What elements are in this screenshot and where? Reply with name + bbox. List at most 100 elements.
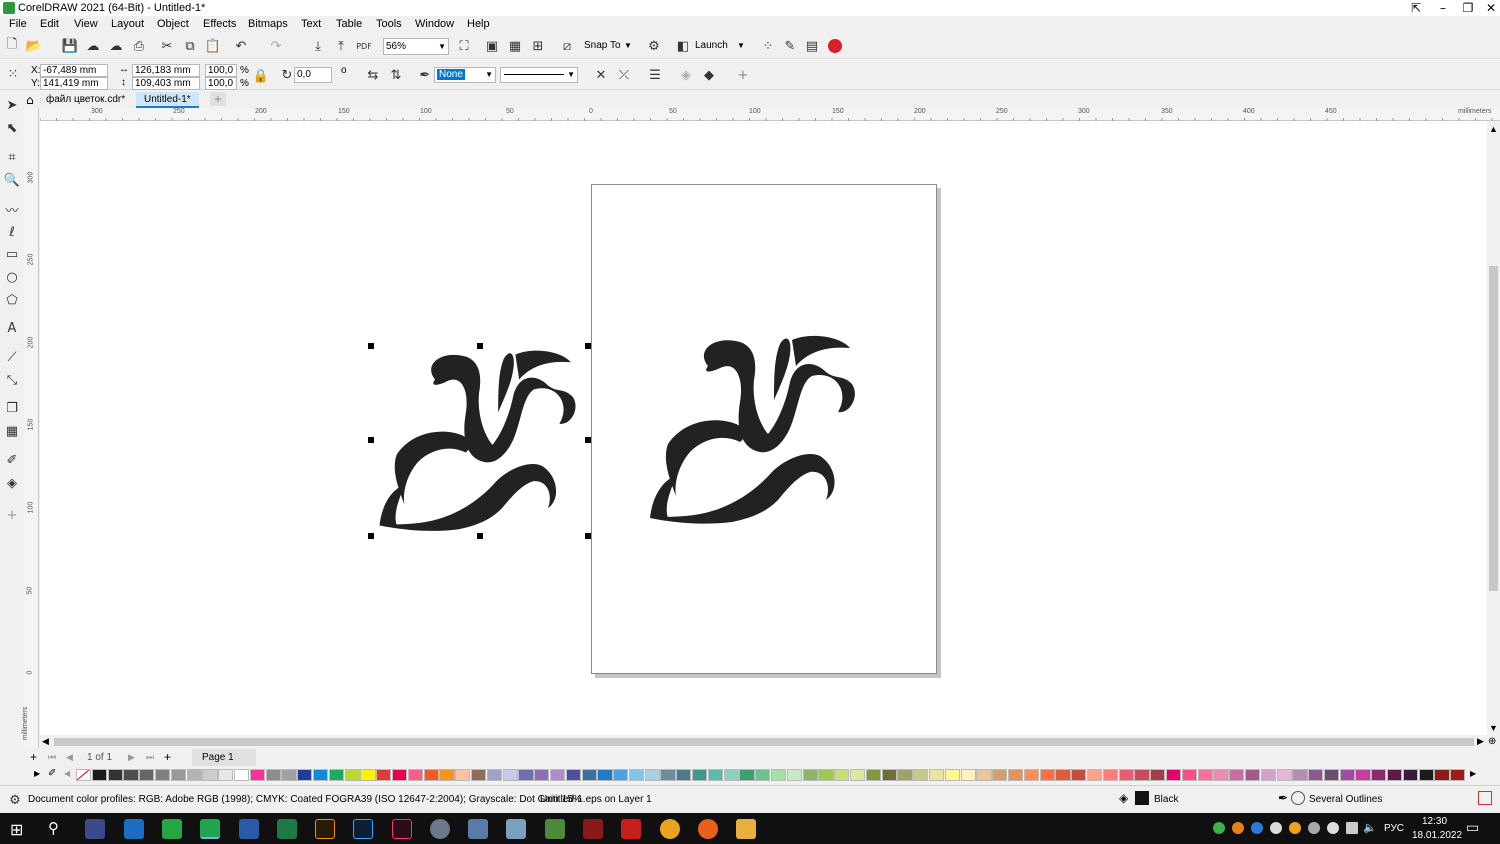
color-swatch[interactable] [897,769,913,781]
selection-handle-right[interactable] [585,437,591,443]
rotation-field[interactable]: 0,0 [294,67,332,83]
color-swatch[interactable] [1055,769,1071,781]
fill-dropdown[interactable]: None ▼ [434,67,496,83]
close-button[interactable]: ✕ [1479,0,1500,16]
scroll-up-icon[interactable]: ▲ [1489,124,1498,134]
color-swatch[interactable] [376,769,392,781]
color-swatch[interactable] [312,769,329,781]
interactive-fill-tool-icon[interactable]: ◈ [2,473,22,493]
selection-handle-bottom-right[interactable] [585,533,591,539]
panel-icon[interactable]: ▤ [802,36,822,56]
indesign-icon[interactable] [392,819,412,839]
snap-icon[interactable]: ⧄ [557,36,577,56]
palette-scroll-left-icon[interactable]: ▶ [34,769,40,778]
color-proof-icon[interactable] [1478,791,1492,805]
zoom-tool-icon[interactable]: 🔍 [2,170,22,190]
cloud-download-icon[interactable]: ☁ [83,36,103,56]
color-swatch[interactable] [660,769,676,781]
add-page-icon[interactable]: + [30,750,37,764]
full-screen-icon[interactable]: ⛶ [454,36,474,56]
options-gear-icon[interactable]: ⚙ [644,36,664,56]
tab-untitled-1[interactable]: Untitled-1* [136,92,199,108]
color-swatch[interactable] [1260,769,1276,781]
text-wrap-icon[interactable]: ☰ [645,65,665,85]
save-icon[interactable]: 💾 [60,36,80,56]
color-swatch[interactable] [1165,769,1182,781]
color-swatch[interactable] [391,769,408,781]
color-swatch[interactable] [407,769,423,781]
object-origin-icon[interactable]: ⁙ [3,64,23,84]
cloud-upload-icon[interactable]: ☁ [106,36,126,56]
color-swatch[interactable] [628,769,645,781]
network-icon[interactable] [1346,822,1358,834]
color-swatch[interactable] [1323,769,1340,781]
chrome-icon[interactable] [660,819,680,839]
import-icon[interactable]: ⤓ [308,36,328,56]
mirror-vertical-icon[interactable]: ⇅ [386,65,406,85]
color-swatch[interactable] [1418,769,1434,781]
color-swatch[interactable] [1229,769,1245,781]
selection-handle-bottom-left[interactable] [368,533,374,539]
launch-icon[interactable]: ◧ [673,36,693,56]
color-swatch[interactable] [502,769,518,781]
clock-date[interactable]: 18.01.2022 [1412,830,1462,841]
copy-icon[interactable]: ⧉ [180,36,200,56]
color-swatch[interactable] [1086,769,1103,781]
fill-color-swatch[interactable] [1135,791,1149,805]
text-tool-icon[interactable]: A [2,318,22,338]
pdf-reader-icon[interactable] [621,819,641,839]
color-swatch[interactable] [565,769,581,781]
polygon-tool-icon[interactable]: ⬠ [2,290,22,310]
color-swatch[interactable] [581,769,597,781]
color-swatch[interactable] [360,769,376,781]
notifications-icon[interactable]: ▭ [1466,820,1479,836]
color-swatch[interactable] [486,769,502,781]
menu-file[interactable]: File [9,18,27,30]
color-swatch[interactable] [218,769,234,781]
keyboard-language[interactable]: РУС [1384,823,1404,834]
color-swatch[interactable] [123,769,139,781]
tray-icon-2[interactable] [1232,822,1244,834]
export-icon[interactable]: ⤒ [331,36,351,56]
menu-edit[interactable]: Edit [40,18,59,30]
menu-table[interactable]: Table [336,18,362,30]
welcome-screen-icon[interactable]: ⁘ [758,36,778,56]
add-icon[interactable]: + [733,65,753,85]
menu-tools[interactable]: Tools [376,18,402,30]
search-icon[interactable]: ⚲ [48,819,59,837]
previous-page-icon[interactable]: ◀ [66,752,73,763]
open-icon[interactable]: 📂 [24,36,44,56]
combine-icon[interactable]: ⤫ [614,65,634,85]
color-swatch[interactable] [234,769,250,781]
selection-handle-bottom[interactable] [477,533,483,539]
to-front-icon[interactable]: ◈ [676,65,696,85]
paste-icon[interactable]: 📋 [203,36,223,56]
artistic-media-tool-icon[interactable]: ℓ [2,222,22,242]
scroll-right-icon[interactable]: ▶ [1477,736,1484,747]
no-color-swatch[interactable] [76,769,92,781]
app-icon-4[interactable] [506,819,526,839]
color-swatch[interactable] [676,769,692,781]
color-eyedropper-tool-icon[interactable]: ✐ [2,450,22,470]
color-swatch[interactable] [739,769,755,781]
to-back-icon[interactable]: ◆ [699,65,719,85]
color-swatch[interactable] [1134,769,1150,781]
freehand-tool-icon[interactable]: 〰 [2,199,22,219]
selection-handle-top-right[interactable] [585,343,591,349]
color-swatch[interactable] [1181,769,1197,781]
undo-icon[interactable]: ↶ [231,36,251,56]
color-swatch[interactable] [1244,769,1261,781]
color-swatch[interactable] [850,769,866,781]
color-swatch[interactable] [470,769,487,781]
color-swatch[interactable] [1007,769,1024,781]
horizontal-scroll-thumb[interactable] [54,738,1474,746]
mirror-horizontal-icon[interactable]: ⇆ [363,65,383,85]
selection-handle-left[interactable] [368,437,374,443]
share-icon[interactable]: ⇱ [1404,0,1428,16]
outline-style-dropdown[interactable]: ▼ [500,67,578,83]
cut-icon[interactable]: ✂ [157,36,177,56]
color-swatch[interactable] [549,769,566,781]
color-swatch[interactable] [265,769,281,781]
break-apart-icon[interactable]: ✕ [591,65,611,85]
rectangle-tool-icon[interactable]: ▭ [2,244,22,264]
